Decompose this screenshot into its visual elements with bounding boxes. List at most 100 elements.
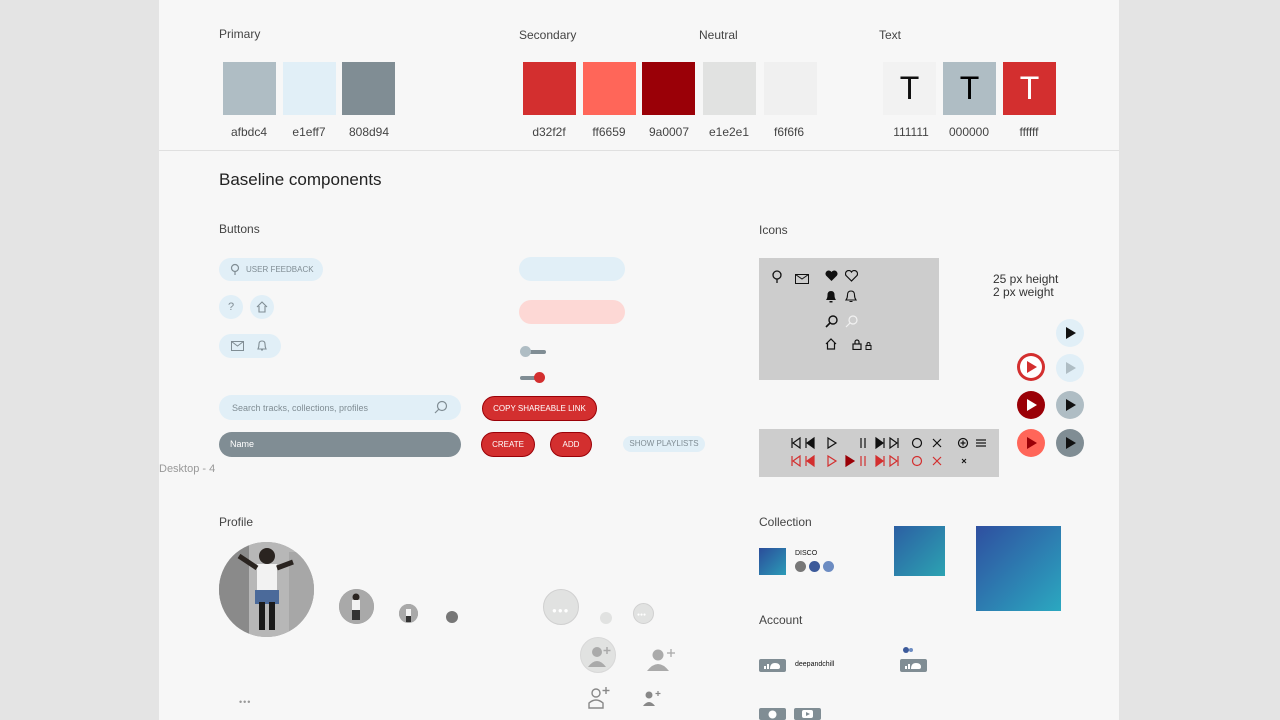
account-heading: Account xyxy=(759,613,803,627)
swatch-neutral-1 xyxy=(703,62,756,115)
swatch-primary-2 xyxy=(283,62,336,115)
search-placeholder: Search tracks, collections, profiles xyxy=(232,403,369,413)
swatch-secondary-3 xyxy=(642,62,695,115)
buttons-heading: Buttons xyxy=(219,222,260,236)
user-feedback-label: USER FEEDBACK xyxy=(246,265,314,274)
play-button[interactable] xyxy=(1056,354,1084,382)
lock-icon xyxy=(852,339,862,350)
divider xyxy=(159,150,1119,151)
collection-title: DISCO xyxy=(795,550,818,557)
collaborator-avatar[interactable] xyxy=(809,561,820,572)
play-icon xyxy=(1066,327,1076,339)
swatch-label: 808d94 xyxy=(348,125,390,139)
bell-outline-icon xyxy=(845,290,857,303)
collection-heading: Collection xyxy=(759,515,812,529)
youtube-icon xyxy=(802,710,813,718)
icon-spec-height: 25 px height xyxy=(993,272,1059,286)
swatch-label: 9a0007 xyxy=(648,125,690,139)
swatch-neutral-2 xyxy=(764,62,817,115)
avatar-placeholder[interactable] xyxy=(600,612,612,624)
soundcloud-badge[interactable] xyxy=(900,659,927,672)
collection-cover-medium[interactable] xyxy=(894,526,945,576)
collection-thumb[interactable] xyxy=(759,548,786,575)
play-icon xyxy=(1027,437,1037,449)
account-username: deepandchill xyxy=(795,661,835,668)
youtube-badge[interactable] xyxy=(794,708,821,720)
search-light-icon xyxy=(845,315,858,328)
spotify-icon xyxy=(768,710,777,719)
add-user-icon[interactable] xyxy=(644,645,678,673)
play-button[interactable] xyxy=(1056,391,1084,419)
mail-icon[interactable] xyxy=(231,341,244,351)
lock-small-icon xyxy=(865,342,872,350)
play-button[interactable] xyxy=(1056,319,1084,347)
avatar-placeholder[interactable]: ●●● xyxy=(633,603,654,624)
design-canvas: Primary Secondary Neutral Text afbdc4 e1… xyxy=(159,0,1119,720)
user-feedback-button[interactable]: USER FEEDBACK xyxy=(219,258,323,281)
search-icon[interactable] xyxy=(434,400,448,414)
text-swatch-black: T xyxy=(943,62,996,115)
play-icon xyxy=(1066,399,1076,411)
swatch-label: 000000 xyxy=(948,125,990,139)
collaborator-avatar[interactable] xyxy=(823,561,834,572)
mail-icon xyxy=(795,274,809,284)
help-button[interactable]: ? xyxy=(219,295,243,319)
dots-icon: ●●● xyxy=(637,612,647,618)
copy-link-button[interactable]: COPY SHAREABLE LINK xyxy=(482,396,597,421)
spotify-badge[interactable] xyxy=(759,708,786,720)
bell-filled-icon xyxy=(826,291,836,303)
play-button[interactable] xyxy=(1056,429,1084,457)
toggle-off[interactable] xyxy=(520,346,546,358)
home-icon xyxy=(256,301,268,313)
player-icons-set xyxy=(791,436,986,468)
play-button[interactable] xyxy=(1017,391,1045,419)
swatch-label: ffffff xyxy=(1019,125,1039,139)
frame-label: Desktop - 4 xyxy=(159,463,216,475)
avatar-photo xyxy=(339,589,374,624)
search-input[interactable]: Search tracks, collections, profiles xyxy=(219,395,461,420)
avatar-placeholder[interactable]: ●●● xyxy=(543,589,579,625)
neutral-heading: Neutral xyxy=(699,28,738,42)
icons-panel xyxy=(759,258,939,380)
play-icon xyxy=(1066,362,1076,374)
profile-heading: Profile xyxy=(219,515,254,529)
avatar-photo xyxy=(399,604,418,623)
name-input[interactable]: Name xyxy=(219,432,461,457)
play-button[interactable] xyxy=(1017,353,1045,381)
home-icon xyxy=(825,338,837,350)
add-user-small-icon[interactable] xyxy=(642,689,662,707)
play-button[interactable] xyxy=(1017,429,1045,457)
text-heading: Text xyxy=(879,28,902,42)
add-button[interactable]: ADD xyxy=(550,432,592,457)
lightbulb-icon xyxy=(772,270,782,283)
text-swatch-dark: T xyxy=(883,62,936,115)
avatar-medium[interactable] xyxy=(339,589,374,624)
add-user-outline-icon[interactable] xyxy=(587,686,611,710)
secondary-heading: Secondary xyxy=(519,28,577,42)
create-button[interactable]: CREATE xyxy=(481,432,535,457)
toggle-thumb xyxy=(534,372,545,383)
show-playlists-button[interactable]: SHOW PLAYLISTS xyxy=(623,436,705,452)
more-icon[interactable]: ••• xyxy=(239,697,251,707)
home-button[interactable] xyxy=(250,295,274,319)
swatch-primary-3 xyxy=(342,62,395,115)
swatch-secondary-2 xyxy=(583,62,636,115)
collaborator-avatar[interactable] xyxy=(795,561,806,572)
heart-filled-icon xyxy=(825,270,838,281)
soundcloud-badge[interactable] xyxy=(759,659,786,672)
toggle-on[interactable] xyxy=(520,372,546,384)
empty-primary-button[interactable] xyxy=(519,257,625,281)
avatar-photo xyxy=(219,542,314,637)
player-controls-panel xyxy=(759,429,999,477)
avatar-tiny[interactable] xyxy=(446,611,458,623)
icons-heading: Icons xyxy=(759,223,788,237)
bell-icon[interactable] xyxy=(256,339,268,352)
collection-cover-large[interactable] xyxy=(976,526,1061,611)
add-user-button[interactable] xyxy=(580,637,616,673)
swatch-label: 111111 xyxy=(893,125,929,139)
empty-secondary-button[interactable] xyxy=(519,300,625,324)
avatar-large[interactable] xyxy=(219,542,314,637)
lightbulb-icon xyxy=(230,263,240,275)
question-icon: ? xyxy=(227,301,235,313)
avatar-small[interactable] xyxy=(399,604,418,623)
